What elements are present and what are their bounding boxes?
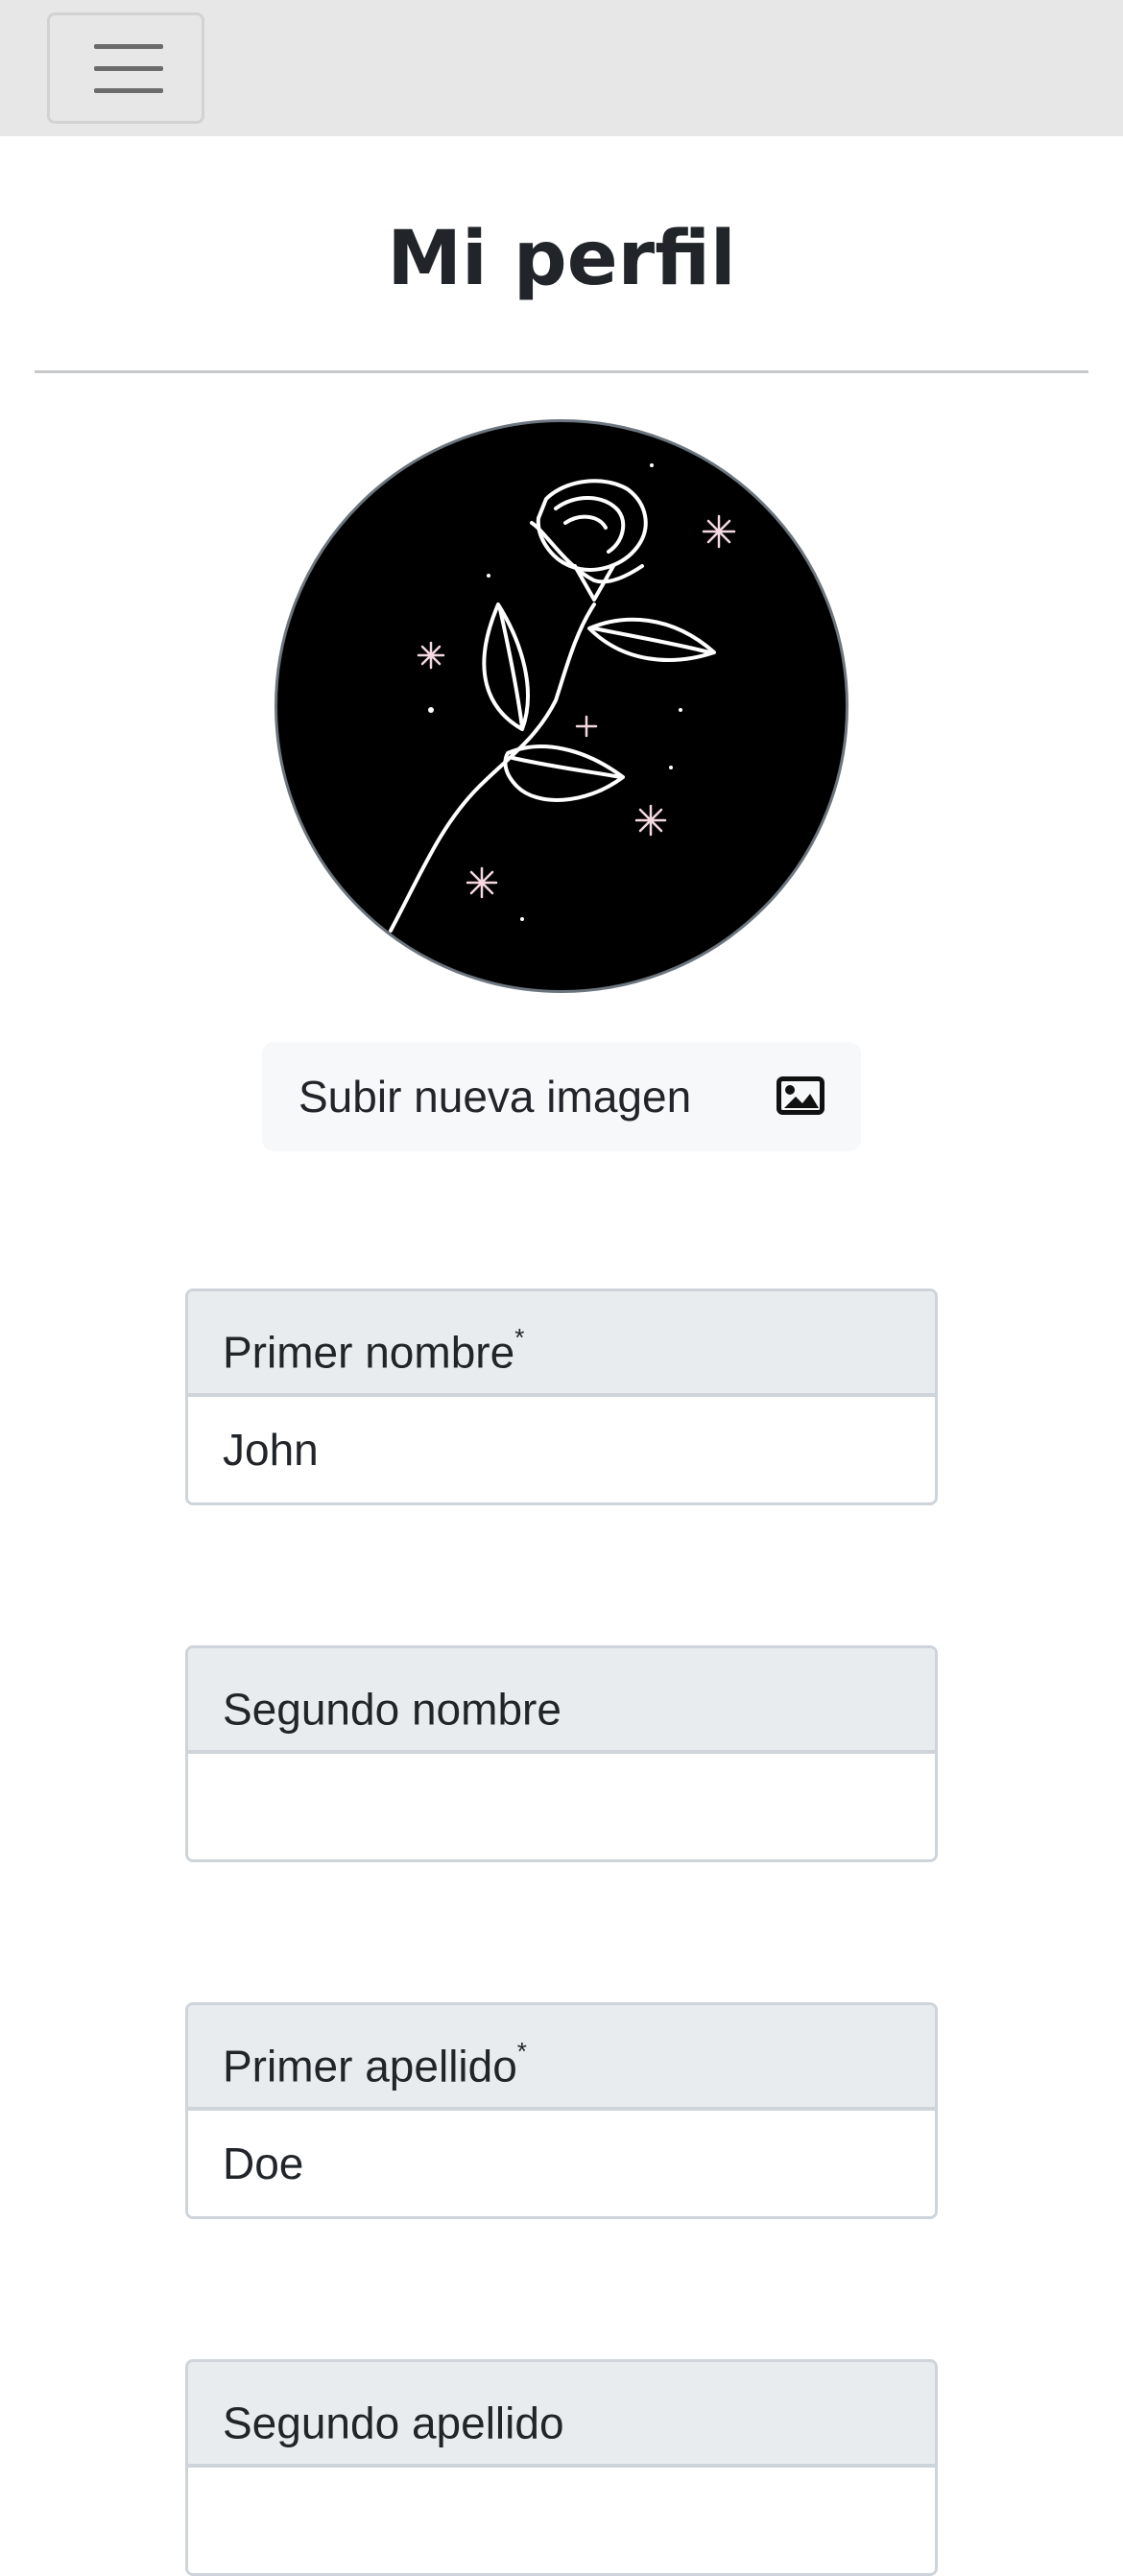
upload-image-label: Subir nueva imagen xyxy=(299,1072,692,1122)
first-surname-field: Primer apellido* xyxy=(185,2002,938,2219)
page-title: Mi perfil xyxy=(387,216,736,302)
second-surname-label: Segundo apellido xyxy=(188,2362,935,2468)
first-surname-input[interactable] xyxy=(188,2111,935,2216)
second-surname-input[interactable] xyxy=(188,2468,935,2573)
middle-name-field: Segundo nombre xyxy=(185,1645,938,1862)
first-name-label: Primer nombre* xyxy=(188,1291,935,1397)
rose-illustration xyxy=(389,463,736,933)
middle-name-input[interactable] xyxy=(188,1754,935,1859)
divider xyxy=(35,370,1088,373)
image-icon xyxy=(777,1076,824,1115)
first-name-input[interactable] xyxy=(188,1397,935,1502)
second-surname-field: Segundo apellido xyxy=(185,2359,938,2576)
upload-image-button[interactable]: Subir nueva imagen xyxy=(262,1042,861,1151)
middle-name-label: Segundo nombre xyxy=(188,1648,935,1754)
menu-toggle-button[interactable] xyxy=(47,12,204,124)
first-surname-label: Primer apellido* xyxy=(188,2005,935,2111)
navbar xyxy=(0,0,1123,136)
first-name-field: Primer nombre* xyxy=(185,1288,938,1505)
avatar xyxy=(275,419,848,993)
